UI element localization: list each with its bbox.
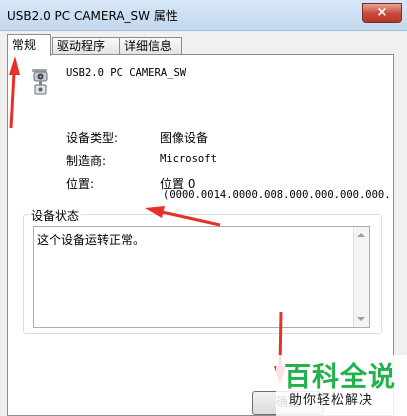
close-button[interactable]: × [362,3,402,23]
watermark-slogan: 助你轻松解决 [289,393,374,408]
tab-details[interactable]: 详细信息 [119,37,182,55]
device-status-legend: 设备状态 [29,207,82,224]
watermark: 百科全说 助你轻松解决 [276,355,407,416]
tab-driver[interactable]: 驱动程序 [52,37,121,55]
scroll-down-icon[interactable] [357,317,365,321]
close-icon: × [376,5,388,20]
manufacturer-label: 制造商: [66,154,107,168]
manufacturer-value: Microsoft [160,153,217,165]
tab-general[interactable]: 常规 [7,34,51,56]
device-type-value: 图像设备 [160,131,209,145]
device-type-label: 设备类型: [66,131,119,145]
webcam-icon [32,69,48,95]
location-label: 位置: [66,177,95,191]
status-scrollbar[interactable] [353,227,369,327]
window-title: USB2.0 PC CAMERA_SW 属性 [7,9,178,23]
tab-driver-label: 驱动程序 [57,39,106,53]
tab-details-label: 详细信息 [124,39,173,53]
device-name: USB2.0 PC CAMERA_SW [66,67,187,79]
tab-general-label: 常规 [12,38,37,52]
title-bar: USB2.0 PC CAMERA_SW 属性 × [0,0,407,31]
device-status-text: 这个设备运转正常。 [37,233,146,247]
device-status-textbox[interactable]: 这个设备运转正常。 [33,226,370,328]
device-status-group: 设备状态 这个设备运转正常。 [23,207,382,334]
location-path: (0000.0014.0000.008.000.000.000.000. [163,189,391,201]
scroll-up-icon[interactable] [357,233,365,237]
